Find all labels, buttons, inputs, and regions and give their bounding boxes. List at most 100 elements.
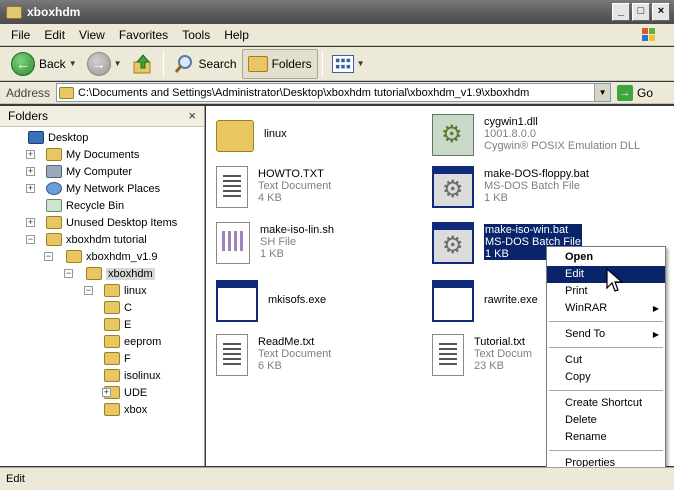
back-label: Back bbox=[39, 56, 66, 71]
tree-item-label: xboxhdm bbox=[106, 267, 155, 280]
expand-icon[interactable]: + bbox=[26, 150, 35, 159]
maximize-button[interactable]: □ bbox=[632, 3, 650, 21]
expand-icon[interactable]: + bbox=[26, 184, 35, 193]
chevron-down-icon[interactable]: ▼ bbox=[69, 59, 77, 68]
expand-icon[interactable]: + bbox=[26, 167, 35, 176]
file-item[interactable]: make-iso-lin.sh SH File 1 KB bbox=[216, 222, 334, 264]
tree-item[interactable]: My Documents bbox=[46, 146, 139, 163]
file-item[interactable]: ReadMe.txt Text Document 6 KB bbox=[216, 334, 331, 376]
folder-icon bbox=[6, 5, 22, 19]
collapse-icon[interactable]: − bbox=[26, 235, 35, 244]
tree-item[interactable]: xboxhdm bbox=[86, 265, 155, 282]
address-input[interactable]: C:\Documents and Settings\Administrator\… bbox=[56, 83, 612, 102]
file-item[interactable]: linux bbox=[216, 114, 287, 152]
file-item[interactable]: mkisofs.exe bbox=[216, 280, 326, 322]
file-item[interactable]: HOWTO.TXT Text Document 4 KB bbox=[216, 166, 331, 208]
tree-item[interactable]: Recycle Bin bbox=[46, 197, 124, 214]
tree-item[interactable]: xboxhdm tutorial bbox=[46, 231, 147, 248]
submenu-arrow-icon: ▶ bbox=[652, 330, 659, 339]
minimize-button[interactable]: _ bbox=[612, 3, 630, 21]
tree-item[interactable]: E bbox=[104, 316, 131, 333]
expand-icon[interactable]: + bbox=[102, 388, 111, 397]
tree-item[interactable]: xbox bbox=[104, 401, 147, 418]
text-document-icon bbox=[216, 334, 248, 376]
tree-item[interactable]: My Network Places bbox=[46, 180, 160, 197]
menu-favorites[interactable]: Favorites bbox=[112, 28, 175, 42]
file-name: rawrite.exe bbox=[484, 294, 538, 306]
close-button[interactable]: × bbox=[652, 3, 670, 21]
chevron-down-icon[interactable]: ▼ bbox=[594, 84, 611, 101]
tree-item-label: UDE bbox=[124, 386, 148, 399]
views-button[interactable]: ▼ bbox=[327, 49, 370, 79]
status-text: Edit bbox=[6, 473, 25, 485]
context-menu-item-label: WinRAR bbox=[565, 302, 608, 314]
folder-icon bbox=[216, 120, 254, 152]
tree-item-label: Unused Desktop Items bbox=[66, 216, 178, 229]
network-icon bbox=[46, 182, 62, 195]
up-button[interactable] bbox=[127, 49, 159, 79]
file-size: 1 KB bbox=[260, 248, 284, 260]
file-type: 1001.8.0.0 bbox=[484, 128, 536, 140]
context-menu-item-rename[interactable]: Rename bbox=[547, 429, 665, 446]
exe-icon bbox=[432, 280, 474, 322]
file-size: Cygwin® POSIX Emulation DLL bbox=[484, 140, 641, 152]
collapse-icon[interactable]: − bbox=[64, 269, 73, 278]
folder-icon bbox=[46, 233, 62, 246]
context-menu-item-create-shortcut[interactable]: Create Shortcut bbox=[547, 395, 665, 412]
folders-pane-header: Folders × bbox=[0, 106, 204, 127]
menu-separator bbox=[549, 450, 663, 451]
context-menu-item-send-to[interactable]: Send To ▶ bbox=[547, 326, 665, 343]
back-button[interactable]: ← Back ▼ bbox=[6, 49, 82, 79]
expand-icon[interactable]: + bbox=[26, 218, 35, 227]
file-size: 23 KB bbox=[474, 360, 504, 372]
context-menu-item-delete[interactable]: Delete bbox=[547, 412, 665, 429]
folder-icon bbox=[104, 403, 120, 416]
forward-button[interactable]: → ▼ bbox=[82, 49, 127, 79]
tree-item[interactable]: Desktop bbox=[28, 129, 88, 146]
tree-item[interactable]: eeprom bbox=[104, 333, 161, 350]
context-menu-item-label: Print bbox=[565, 285, 588, 297]
collapse-icon[interactable]: − bbox=[84, 286, 93, 295]
menu-tools[interactable]: Tools bbox=[175, 28, 217, 42]
text-document-icon bbox=[432, 334, 464, 376]
context-menu-item-winrar[interactable]: WinRAR ▶ bbox=[547, 300, 665, 317]
collapse-icon[interactable]: − bbox=[44, 252, 53, 261]
tree-item-label: linux bbox=[124, 284, 147, 297]
folder-icon bbox=[104, 318, 120, 331]
chevron-down-icon[interactable]: ▼ bbox=[357, 59, 365, 68]
search-button[interactable]: Search bbox=[168, 49, 242, 79]
go-button[interactable]: → Go bbox=[617, 84, 654, 101]
menu-separator bbox=[549, 390, 663, 391]
tree-item[interactable]: linux bbox=[104, 282, 147, 299]
go-label: Go bbox=[637, 85, 654, 100]
file-name: mkisofs.exe bbox=[268, 294, 327, 306]
menu-file[interactable]: File bbox=[4, 28, 37, 42]
context-menu-item-copy[interactable]: Copy bbox=[547, 369, 665, 386]
status-bar: Edit bbox=[0, 467, 674, 490]
file-name: HOWTO.TXT bbox=[258, 168, 324, 180]
sh-file-icon bbox=[216, 222, 250, 264]
address-bar: Address C:\Documents and Settings\Admini… bbox=[0, 82, 674, 104]
context-menu-item-cut[interactable]: Cut bbox=[547, 352, 665, 369]
close-icon[interactable]: × bbox=[188, 108, 196, 123]
folders-button[interactable]: Folders bbox=[241, 48, 318, 79]
tree-item[interactable]: isolinux bbox=[104, 367, 161, 384]
context-menu-item-open[interactable]: Open bbox=[547, 249, 665, 266]
context-menu-item-label: Open bbox=[565, 251, 594, 263]
tree-item[interactable]: Unused Desktop Items bbox=[46, 214, 177, 231]
menu-view[interactable]: View bbox=[72, 28, 112, 42]
menu-help[interactable]: Help bbox=[217, 28, 256, 42]
tree-item[interactable]: F bbox=[104, 350, 131, 367]
menu-edit[interactable]: Edit bbox=[37, 28, 72, 42]
file-item[interactable]: rawrite.exe bbox=[432, 280, 538, 322]
tree-item[interactable]: C bbox=[104, 299, 132, 316]
go-arrow-icon: → bbox=[617, 84, 634, 101]
file-item[interactable]: make-DOS-floppy.batMS-DOS Batch File1 KB bbox=[432, 166, 589, 208]
file-item[interactable]: Tutorial.txt Text Docum 23 KB bbox=[432, 334, 532, 376]
file-type: Text Document bbox=[258, 348, 332, 360]
tree-item[interactable]: My Computer bbox=[46, 163, 132, 180]
file-item[interactable]: cygwin1.dll1001.8.0.0Cygwin® POSIX Emula… bbox=[432, 114, 640, 156]
desktop-icon bbox=[28, 131, 44, 144]
chevron-down-icon[interactable]: ▼ bbox=[114, 59, 122, 68]
tree-item[interactable]: xboxhdm_v1.9 bbox=[66, 248, 158, 265]
